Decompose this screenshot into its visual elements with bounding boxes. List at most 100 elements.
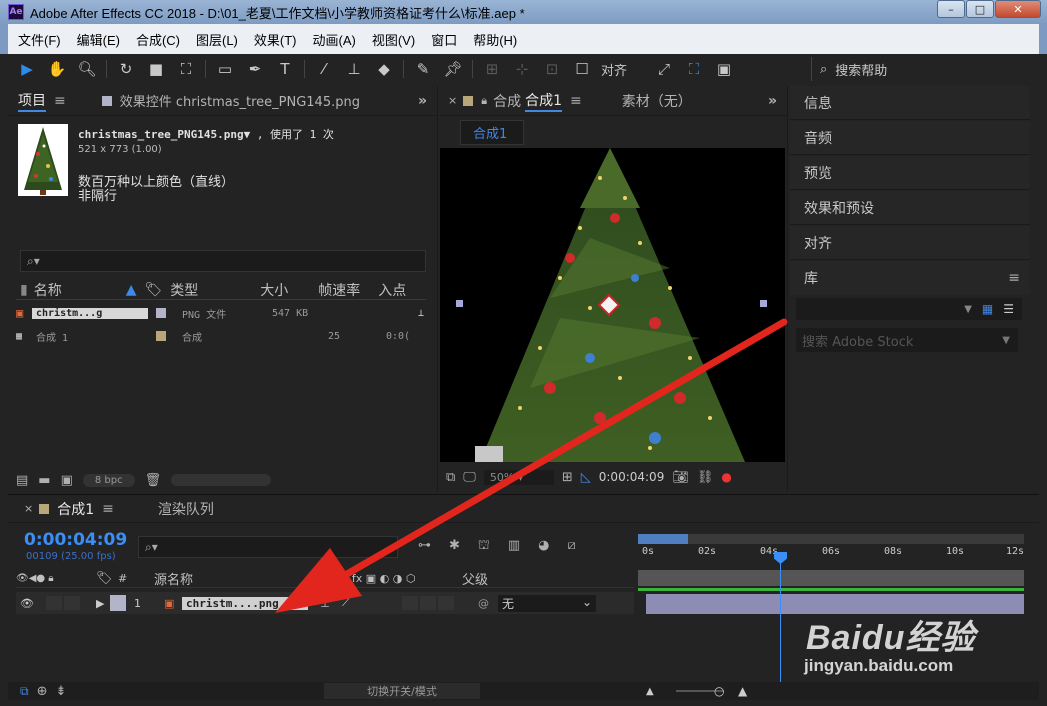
- tab-timeline-comp1[interactable]: 合成1: [57, 499, 94, 519]
- in-out-icon[interactable]: ⇟: [55, 684, 66, 699]
- grid-view-icon[interactable]: ▦: [982, 302, 993, 316]
- layer-name[interactable]: christm....png: [182, 596, 308, 610]
- rectangle-tool-icon[interactable]: ▭: [214, 58, 236, 80]
- 3d-switch[interactable]: [438, 596, 454, 610]
- sort-up-icon[interactable]: ▲: [126, 282, 137, 298]
- column-source-name[interactable]: 源名称: [154, 569, 328, 588]
- composition-mini-flowchart-icon[interactable]: ⊶: [418, 538, 431, 555]
- eraser-tool-icon[interactable]: ◆: [373, 58, 395, 80]
- panel-menu-icon[interactable]: ≡: [54, 93, 66, 109]
- shy-layers-icon[interactable]: ⛫: [478, 538, 490, 555]
- parent-dropdown[interactable]: 无 ⌄: [498, 594, 596, 612]
- project-item-row[interactable]: ▣ christm...g PNG 文件 547 KB ⊥: [16, 302, 426, 324]
- search-help-field[interactable]: ⌕ 搜索帮助: [811, 57, 1031, 81]
- viewer-timecode[interactable]: 0:00:04:09: [599, 470, 665, 484]
- motion-blur-icon[interactable]: ◕: [538, 538, 549, 555]
- bounding-handle-left[interactable]: [456, 300, 463, 307]
- column-in-point[interactable]: 入点: [378, 280, 406, 300]
- zoom-dropdown[interactable]: 50% ▾: [483, 469, 554, 485]
- file-name-text[interactable]: christmas_tree_PNG145.png▼: [78, 128, 250, 141]
- bounding-handle-right[interactable]: [760, 300, 767, 307]
- menu-edit[interactable]: 编辑(E): [77, 30, 120, 49]
- menu-layer[interactable]: 图层(L): [196, 30, 238, 49]
- pen-tool-icon[interactable]: ✒: [244, 58, 266, 80]
- panel-info[interactable]: 信息: [790, 86, 1030, 120]
- tab-render-queue[interactable]: 渲染队列: [158, 499, 214, 519]
- close-tab-icon[interactable]: ×: [24, 502, 33, 515]
- column-type[interactable]: 类型: [170, 280, 260, 300]
- tab-project[interactable]: 项目: [18, 90, 46, 112]
- layer-label-color[interactable]: [110, 595, 126, 611]
- time-ruler[interactable]: 0s 02s 04s 06s 08s 10s 12s: [638, 544, 1024, 564]
- frame-blending-icon[interactable]: ▥: [508, 538, 520, 555]
- column-size[interactable]: 大小: [260, 280, 318, 300]
- tab-effect-controls[interactable]: 效果控件 christmas_tree_PNG145.png: [120, 91, 360, 110]
- column-fps[interactable]: 帧速率: [318, 280, 378, 300]
- panel-library[interactable]: 库 ≡: [790, 261, 1030, 295]
- menu-help[interactable]: 帮助(H): [473, 30, 517, 49]
- menu-view[interactable]: 视图(V): [372, 30, 415, 49]
- menu-animation[interactable]: 动画(A): [313, 30, 356, 49]
- project-search-input[interactable]: ⌕▾: [20, 250, 426, 272]
- monitor-icon[interactable]: 🖵︎: [463, 470, 476, 485]
- new-folder-icon[interactable]: ▬: [38, 473, 50, 488]
- always-preview-icon[interactable]: ⧉: [446, 470, 455, 485]
- expand-triangle-icon[interactable]: ▶: [96, 597, 110, 610]
- align-checkbox-icon[interactable]: ☐: [571, 58, 593, 80]
- composition-viewer[interactable]: [440, 148, 785, 462]
- column-name[interactable]: 名称: [34, 280, 126, 300]
- menu-composition[interactable]: 合成(C): [136, 30, 180, 49]
- menu-effect[interactable]: 效果(T): [254, 30, 297, 49]
- column-parent[interactable]: 父级: [462, 569, 488, 588]
- timeline-timecode[interactable]: 0:00:04:09: [24, 530, 127, 550]
- item-name[interactable]: 合成 1: [32, 329, 148, 344]
- brush-tool-icon[interactable]: ⁄: [313, 58, 335, 80]
- panel-preview[interactable]: 预览: [790, 156, 1030, 190]
- zoom-slider-handle-icon[interactable]: ○: [714, 684, 724, 698]
- zoom-tool-icon[interactable]: 🔍︎: [76, 58, 98, 80]
- channels-icon[interactable]: ●: [721, 470, 731, 484]
- chevron-down-icon[interactable]: ▼: [1002, 335, 1010, 346]
- tab-comp1[interactable]: 合成1: [525, 90, 562, 112]
- graph-editor-icon[interactable]: ⧄: [568, 538, 576, 555]
- layer-row[interactable]: 👁︎ ▶ 1 ▣ christm....png ⊥ ⟋ @ 无 ⌄: [16, 592, 634, 614]
- panel-align[interactable]: 对齐: [790, 226, 1030, 260]
- camera-tool-icon[interactable]: ■: [145, 58, 167, 80]
- effect-switch[interactable]: [402, 596, 418, 610]
- audio-switch[interactable]: [46, 596, 62, 610]
- snapping-icon[interactable]: ⛶: [683, 58, 705, 80]
- project-scrollbar[interactable]: [171, 474, 272, 486]
- label-tag-icon[interactable]: 🏷︎: [145, 282, 163, 298]
- snap-icon[interactable]: ⤢: [653, 58, 675, 80]
- link-icon[interactable]: ⛓︎: [697, 470, 714, 485]
- pick-whip-icon[interactable]: @: [478, 597, 498, 610]
- mask-visibility-icon[interactable]: ◺: [581, 470, 591, 485]
- item-name[interactable]: christm...g: [32, 307, 148, 319]
- subtab-comp1[interactable]: 合成1: [460, 119, 525, 145]
- tab-footage[interactable]: 素材（无）: [622, 91, 692, 111]
- work-area-bar[interactable]: [638, 534, 1024, 544]
- clone-stamp-tool-icon[interactable]: ⊥: [343, 58, 365, 80]
- rotate-tool-icon[interactable]: ↻: [115, 58, 137, 80]
- timeline-search-input[interactable]: ⌕▾: [138, 536, 398, 558]
- toggle-switches-modes-button[interactable]: 切换开关/模式: [324, 683, 480, 699]
- project-item-row[interactable]: ▦ 合成 1 合成 25 0:0(: [16, 325, 426, 347]
- list-view-icon[interactable]: ☰: [1003, 302, 1014, 316]
- close-button[interactable]: ✕: [995, 0, 1041, 18]
- hand-tool-icon[interactable]: ✋: [46, 58, 68, 80]
- draft-3d-icon[interactable]: ✱: [449, 538, 460, 555]
- menu-file[interactable]: 文件(F): [18, 30, 61, 49]
- text-tool-icon[interactable]: T: [274, 58, 296, 80]
- label-tag-icon[interactable]: 🏷︎: [96, 571, 118, 586]
- selection-tool-icon[interactable]: ▶: [16, 58, 38, 80]
- zoom-out-icon[interactable]: ▲: [646, 686, 654, 697]
- zoom-in-icon[interactable]: ▲: [738, 684, 747, 698]
- pan-behind-tool-icon[interactable]: ⛶: [175, 58, 197, 80]
- comp-duration-bar[interactable]: [638, 570, 1024, 586]
- current-time-indicator[interactable]: [780, 552, 781, 686]
- panel-effects-presets[interactable]: 效果和预设: [790, 191, 1030, 225]
- expand-icon[interactable]: »: [418, 93, 427, 109]
- snapshot-icon[interactable]: 📷︎: [672, 470, 689, 485]
- maximize-button[interactable]: □: [966, 0, 994, 18]
- menu-window[interactable]: 窗口: [431, 30, 457, 49]
